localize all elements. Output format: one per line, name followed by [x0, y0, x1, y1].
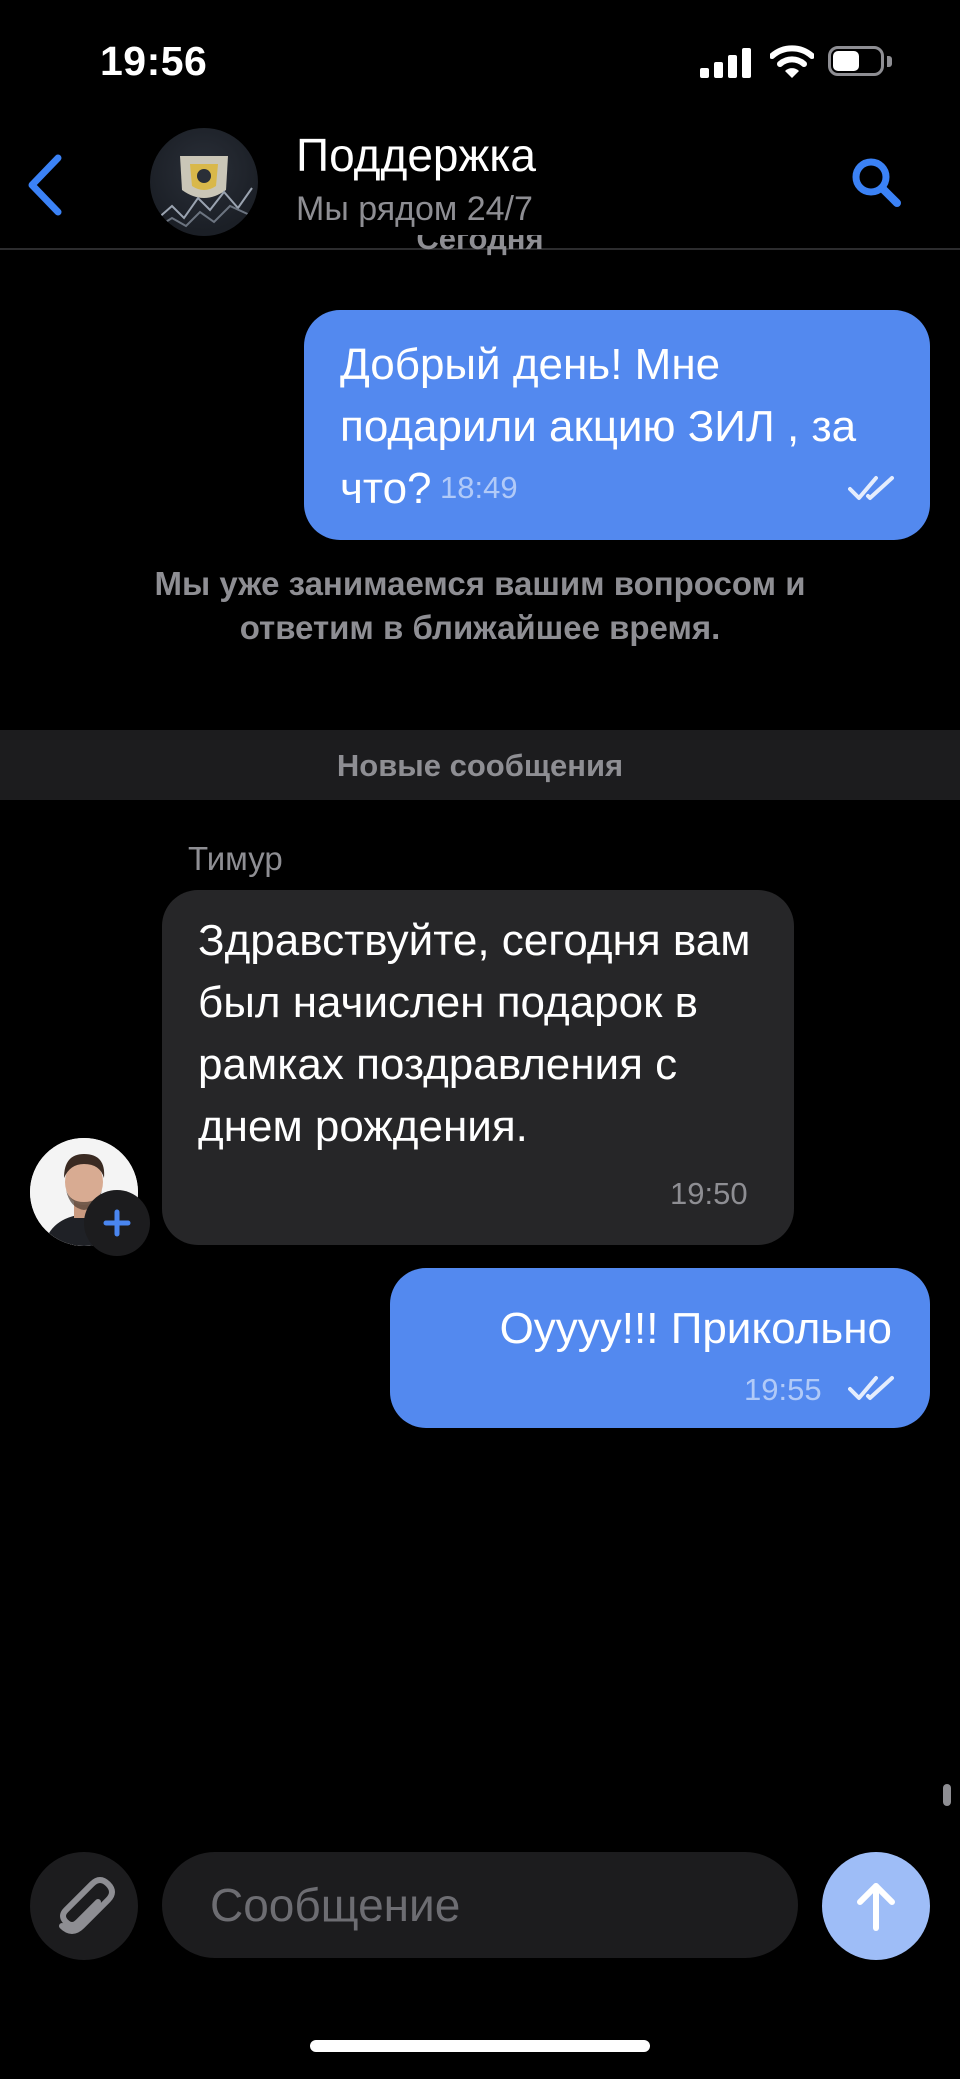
- message-text: Добрый день! Мне подарили акцию ЗИЛ , за…: [340, 340, 857, 513]
- sender-name: Тимур: [188, 840, 283, 877]
- home-indicator: [310, 2040, 650, 2052]
- outgoing-message-bubble[interactable]: Добрый день! Мне подарили акцию ЗИЛ , за…: [304, 310, 930, 540]
- bank-logo-icon: [155, 156, 253, 229]
- message-text: Оуууу!!! Прикольно: [499, 1304, 892, 1353]
- add-contact-button[interactable]: [84, 1190, 150, 1256]
- back-button[interactable]: [22, 150, 72, 220]
- message-input[interactable]: [162, 1852, 798, 1958]
- new-messages-label: Новые сообщения: [336, 748, 624, 783]
- scroll-indicator[interactable]: [943, 1784, 951, 1806]
- message-text: Здравствуйте, сегодня вам был начислен п…: [198, 916, 751, 1151]
- message-time: 19:50: [670, 1176, 748, 1211]
- wifi-icon: [769, 44, 815, 80]
- chat-avatar[interactable]: [150, 128, 258, 236]
- paperclip-icon: [59, 1877, 115, 1934]
- search-button[interactable]: [846, 152, 906, 212]
- date-separator: Сегодня: [0, 235, 960, 263]
- battery-icon: [828, 46, 894, 78]
- system-note: Мы уже занимаемся вашим вопросом и ответ…: [154, 565, 806, 646]
- double-check-icon: [848, 476, 894, 500]
- double-check-icon: [848, 1376, 894, 1400]
- chevron-left-icon: [28, 154, 62, 216]
- search-icon: [852, 158, 901, 207]
- chat-title: Поддержка: [296, 129, 536, 181]
- outgoing-message-bubble[interactable]: Оуууу!!! Прикольно: [390, 1268, 930, 1428]
- chat-subtitle: Мы рядом 24/7: [296, 190, 533, 228]
- status-time: 19:56: [100, 38, 208, 84]
- cellular-signal-icon: [700, 48, 752, 78]
- arrow-up-icon: [857, 1883, 895, 1931]
- send-button[interactable]: [822, 1852, 930, 1960]
- attach-button[interactable]: [30, 1852, 138, 1960]
- message-time: 18:49: [440, 470, 518, 505]
- plus-icon: [103, 1209, 131, 1237]
- message-time: 19:55: [744, 1372, 822, 1407]
- date-label: Сегодня: [416, 235, 544, 256]
